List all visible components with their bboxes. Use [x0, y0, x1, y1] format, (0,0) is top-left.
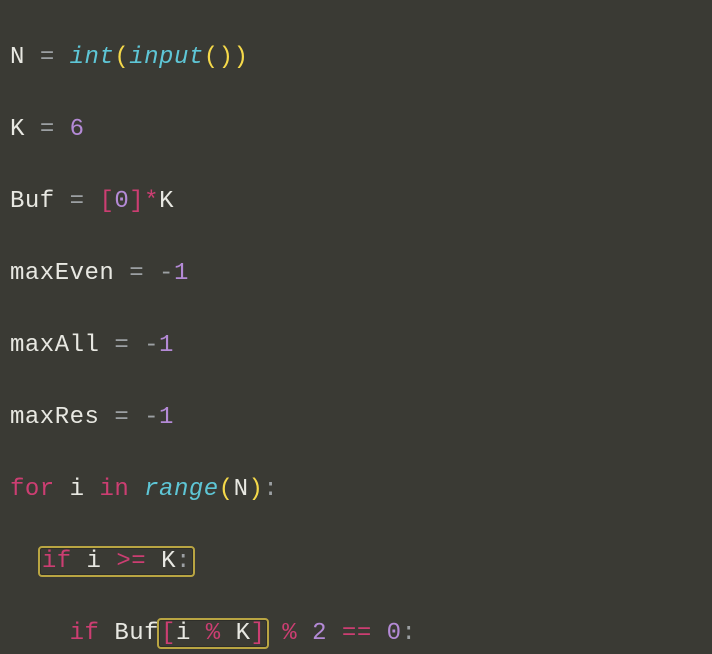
tok-fn: int	[70, 44, 115, 71]
tok-op: =	[40, 116, 55, 143]
tok-num: 1	[159, 404, 174, 431]
tok-var: Buf	[114, 620, 159, 647]
tok-op: %	[206, 620, 221, 647]
tok-paren: (	[219, 476, 234, 503]
code-line: Buf = [0]*K	[10, 184, 702, 220]
tok-kw: in	[99, 476, 129, 503]
tok-paren: )	[248, 476, 263, 503]
tok-kw: if	[70, 620, 100, 647]
tok-op: :	[402, 620, 417, 647]
tok-var: i	[176, 620, 191, 647]
tok-paren: (	[114, 44, 129, 71]
tok-var: maxEven	[10, 260, 114, 287]
tok-op: -	[159, 260, 174, 287]
code-line: if Buf[i % K] % 2 == 0:	[10, 616, 702, 652]
tok-kw: if	[42, 548, 72, 575]
tok-paren: )	[219, 44, 234, 71]
tok-op: *	[144, 188, 159, 215]
code-line: if i >= K:	[10, 544, 702, 580]
tok-var: Buf	[10, 188, 55, 215]
tok-op: =	[114, 332, 129, 359]
tok-paren: (	[204, 44, 219, 71]
code-line: N = int(input())	[10, 40, 702, 76]
tok-num: 2	[312, 620, 327, 647]
tok-var: K	[10, 116, 25, 143]
code-line: maxAll = -1	[10, 328, 702, 364]
tok-op: %	[282, 620, 297, 647]
tok-fn: input	[129, 44, 204, 71]
tok-op: =	[114, 404, 129, 431]
tok-var: maxRes	[10, 404, 99, 431]
code-block: N = int(input()) K = 6 Buf = [0]*K maxEv…	[0, 0, 712, 654]
tok-op: ==	[342, 620, 372, 647]
tok-op: :	[176, 548, 191, 575]
tok-var: K	[236, 620, 251, 647]
code-line: for i in range(N):	[10, 472, 702, 508]
tok-op: >=	[116, 548, 146, 575]
tok-var: K	[161, 548, 176, 575]
tok-op: :	[263, 476, 278, 503]
tok-var: N	[234, 476, 249, 503]
code-line: maxEven = -1	[10, 256, 702, 292]
tok-var: N	[10, 44, 25, 71]
tok-var: maxAll	[10, 332, 99, 359]
tok-op: =	[129, 260, 144, 287]
tok-num: 1	[159, 332, 174, 359]
tok-fn: range	[144, 476, 219, 503]
code-line: K = 6	[10, 112, 702, 148]
tok-num: 1	[174, 260, 189, 287]
tok-var: i	[70, 476, 85, 503]
tok-var: K	[159, 188, 174, 215]
tok-op: =	[70, 188, 85, 215]
tok-bracket: [	[99, 188, 114, 215]
tok-num: 0	[387, 620, 402, 647]
code-line: maxRes = -1	[10, 400, 702, 436]
tok-num: 6	[70, 116, 85, 143]
tok-kw: for	[10, 476, 55, 503]
tok-op: -	[144, 332, 159, 359]
tok-bracket: ]	[250, 620, 265, 647]
tok-var: i	[87, 548, 102, 575]
highlight-box: if i >= K:	[38, 546, 195, 577]
highlight-box: [i % K]	[157, 618, 269, 649]
tok-op: -	[144, 404, 159, 431]
tok-bracket: ]	[129, 188, 144, 215]
tok-op: =	[40, 44, 55, 71]
tok-bracket: [	[161, 620, 176, 647]
tok-num: 0	[114, 188, 129, 215]
tok-paren: )	[234, 44, 249, 71]
